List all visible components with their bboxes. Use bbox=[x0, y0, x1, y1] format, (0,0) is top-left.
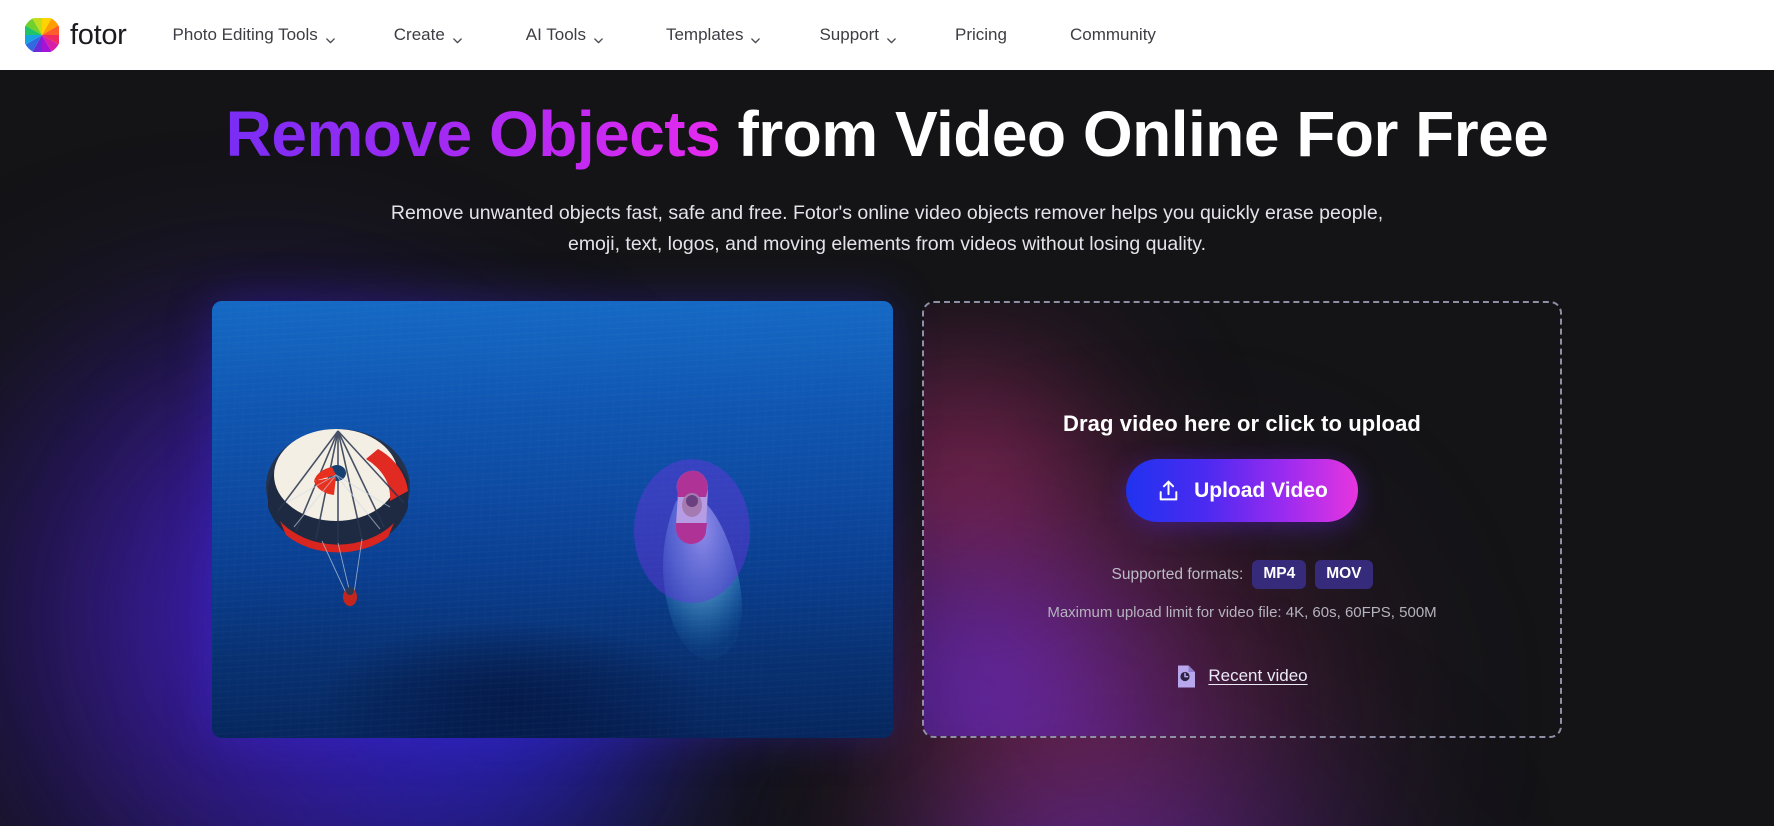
supported-formats-label: Supported formats: bbox=[1111, 565, 1244, 583]
parasail-canopy-graphic bbox=[266, 429, 410, 607]
nav-label: Templates bbox=[665, 25, 744, 44]
nav-label: Create bbox=[393, 25, 445, 44]
upload-video-button-label: Upload Video bbox=[1194, 478, 1328, 502]
hero-section: Remove Objects from Video Online For Fre… bbox=[0, 70, 1774, 826]
fotor-colorwheel-logo-icon bbox=[25, 18, 59, 52]
recent-file-clock-icon bbox=[1176, 664, 1197, 689]
object-selection-mask-overlay[interactable] bbox=[612, 453, 772, 668]
chevron-down-icon bbox=[452, 31, 463, 43]
video-upload-dropzone[interactable]: Drag video here or click to upload Uploa… bbox=[922, 301, 1562, 739]
hero-content-row: Drag video here or click to upload Uploa… bbox=[212, 301, 1562, 739]
nav-item-community[interactable]: Community bbox=[1070, 17, 1156, 53]
nav-item-photo-editing-tools[interactable]: Photo Editing Tools bbox=[173, 17, 336, 53]
supported-formats-row: Supported formats: MP4 MOV bbox=[1111, 560, 1373, 589]
page-title-rest: from Video Online For Free bbox=[720, 98, 1549, 170]
nav-item-support[interactable]: Support bbox=[819, 17, 897, 53]
recent-video-link[interactable]: Recent video bbox=[1176, 664, 1308, 689]
page-title-highlight: Remove Objects bbox=[225, 98, 721, 170]
nav-label: Community bbox=[1069, 25, 1156, 44]
chevron-down-icon bbox=[325, 31, 336, 43]
brand-logo-link[interactable]: fotor bbox=[25, 18, 127, 52]
nav-label: AI Tools bbox=[525, 25, 586, 44]
upload-video-button[interactable]: Upload Video bbox=[1126, 459, 1358, 523]
upload-arrow-icon bbox=[1156, 478, 1181, 503]
nav-item-pricing[interactable]: Pricing bbox=[955, 17, 1007, 53]
upload-limit-note: Maximum upload limit for video file: 4K,… bbox=[1047, 603, 1437, 621]
site-header: fotor Photo Editing Tools Create AI Tool… bbox=[0, 0, 1774, 70]
hero-subtitle-line-1: Remove unwanted objects fast, safe and f… bbox=[390, 201, 1260, 224]
format-badge-mov[interactable]: MOV bbox=[1315, 560, 1373, 589]
main-navigation: Photo Editing Tools Create AI Tools Temp… bbox=[173, 17, 1156, 53]
nav-item-ai-tools[interactable]: AI Tools bbox=[526, 17, 604, 53]
nav-label: Support bbox=[819, 25, 879, 44]
page-root: fotor Photo Editing Tools Create AI Tool… bbox=[0, 0, 1774, 826]
nav-item-create[interactable]: Create bbox=[394, 17, 463, 53]
nav-label: Pricing bbox=[955, 25, 1007, 44]
hero-subtitle: Remove unwanted objects fast, safe and f… bbox=[377, 198, 1397, 260]
nav-label: Photo Editing Tools bbox=[172, 25, 318, 44]
chevron-down-icon bbox=[886, 31, 897, 43]
chevron-down-icon bbox=[750, 31, 761, 43]
page-title: Remove Objects from Video Online For Fre… bbox=[217, 70, 1557, 172]
video-preview-card[interactable] bbox=[212, 301, 893, 739]
recent-video-label: Recent video bbox=[1208, 666, 1308, 686]
chevron-down-icon bbox=[593, 31, 604, 43]
dropzone-title: Drag video here or click to upload bbox=[1063, 411, 1421, 437]
format-badge-mp4[interactable]: MP4 bbox=[1252, 560, 1307, 589]
background-glow-violet-lower bbox=[880, 760, 1500, 826]
brand-name-text: fotor bbox=[70, 18, 127, 51]
nav-item-templates[interactable]: Templates bbox=[666, 17, 761, 53]
